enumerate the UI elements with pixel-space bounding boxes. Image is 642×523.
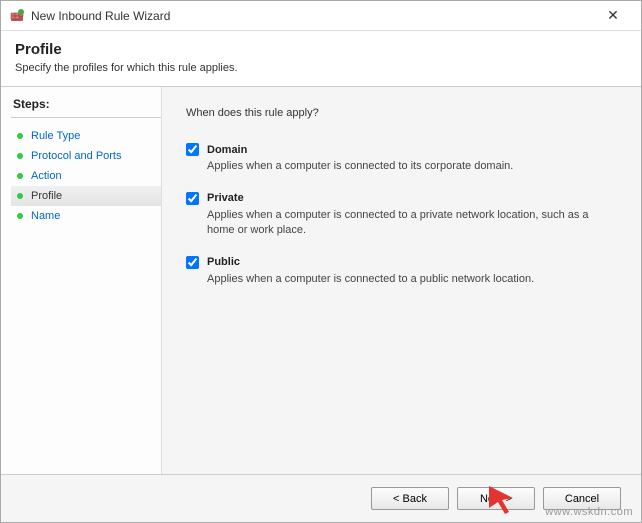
step-label: Protocol and Ports <box>31 150 122 162</box>
private-checkbox[interactable] <box>186 192 199 205</box>
bullet-icon <box>17 133 23 139</box>
option-domain: Domain Applies when a computer is connec… <box>186 143 617 174</box>
option-row[interactable]: Domain <box>186 143 617 156</box>
option-label: Public <box>207 256 240 268</box>
option-public: Public Applies when a computer is connec… <box>186 256 617 287</box>
window-title: New Inbound Rule Wizard <box>31 9 593 23</box>
option-row[interactable]: Public <box>186 256 617 269</box>
bullet-icon <box>17 153 23 159</box>
bullet-icon <box>17 213 23 219</box>
domain-checkbox[interactable] <box>186 143 199 156</box>
option-label: Domain <box>207 144 247 156</box>
cancel-button[interactable]: Cancel <box>543 487 621 510</box>
option-description: Applies when a computer is connected to … <box>207 208 617 238</box>
option-description: Applies when a computer is connected to … <box>207 159 617 174</box>
bullet-icon <box>17 173 23 179</box>
step-name[interactable]: Name <box>11 206 161 226</box>
option-row[interactable]: Private <box>186 192 617 205</box>
wizard-body: Steps: Rule Type Protocol and Ports Acti… <box>1 87 641 474</box>
titlebar: New Inbound Rule Wizard ✕ <box>1 1 641 31</box>
next-button[interactable]: Next > <box>457 487 535 510</box>
step-label: Action <box>31 170 62 182</box>
step-action[interactable]: Action <box>11 166 161 186</box>
wizard-header: Profile Specify the profiles for which t… <box>1 31 641 87</box>
bullet-icon <box>17 193 23 199</box>
close-icon: ✕ <box>607 7 619 24</box>
back-button[interactable]: < Back <box>371 487 449 510</box>
page-title: Profile <box>15 41 627 58</box>
steps-heading: Steps: <box>11 97 161 118</box>
close-button[interactable]: ✕ <box>593 2 633 30</box>
step-label: Profile <box>31 190 62 202</box>
option-description: Applies when a computer is connected to … <box>207 272 617 287</box>
firewall-icon <box>9 8 25 24</box>
step-label: Rule Type <box>31 130 80 142</box>
option-label: Private <box>207 192 244 204</box>
public-checkbox[interactable] <box>186 256 199 269</box>
wizard-footer: < Back Next > Cancel <box>1 474 641 522</box>
question-text: When does this rule apply? <box>186 107 617 119</box>
page-subtitle: Specify the profiles for which this rule… <box>15 62 627 74</box>
step-label: Name <box>31 210 60 222</box>
step-rule-type[interactable]: Rule Type <box>11 126 161 146</box>
option-private: Private Applies when a computer is conne… <box>186 192 617 238</box>
wizard-content: When does this rule apply? Domain Applie… <box>161 87 641 474</box>
steps-sidebar: Steps: Rule Type Protocol and Ports Acti… <box>1 87 161 474</box>
step-profile[interactable]: Profile <box>11 186 161 206</box>
step-protocol-and-ports[interactable]: Protocol and Ports <box>11 146 161 166</box>
